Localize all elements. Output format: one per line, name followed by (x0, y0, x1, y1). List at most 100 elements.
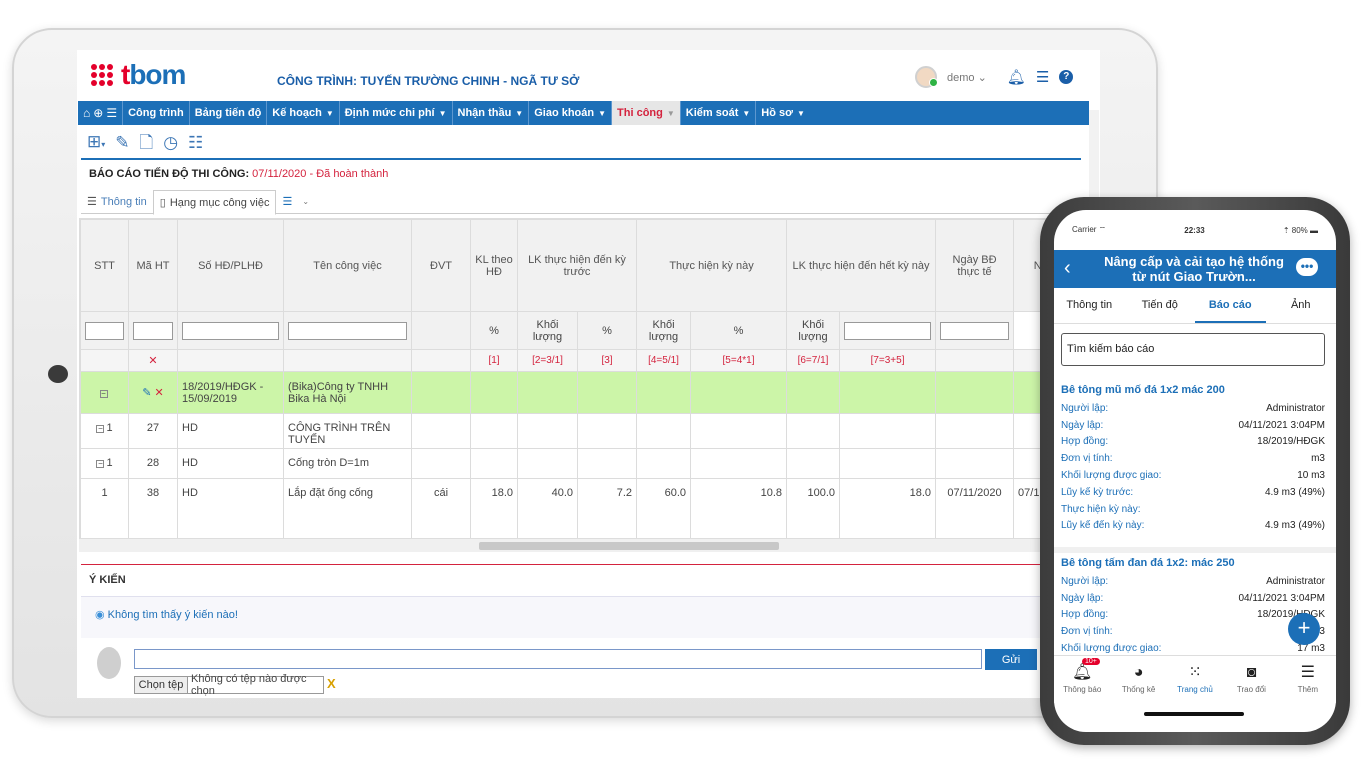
sub-khoi-luong: Khối lượng (636, 311, 692, 350)
formula: [1] (470, 349, 518, 372)
comment-input[interactable] (134, 649, 982, 669)
tab-hang-muc[interactable]: ▯ Hạng mục công việc (152, 190, 277, 215)
chat-icon[interactable]: ••• (1296, 258, 1318, 276)
collapse-icon[interactable]: − (96, 460, 105, 468)
add-circle-icon[interactable]: ⊕ (93, 106, 103, 120)
col-kl-theo-hd[interactable]: KL theo HĐ (470, 219, 518, 312)
tab-more[interactable]: ☰ ⌄ (276, 190, 315, 213)
report-card[interactable]: Bê tông tấm đan đá 1x2: mác 250 Người lậ… (1061, 557, 1325, 657)
chat-icon: ◙ (1246, 664, 1257, 681)
search-input[interactable]: Tìm kiếm báo cáo (1061, 333, 1325, 366)
user-avatar[interactable] (915, 66, 938, 88)
filter-ma-ht[interactable] (85, 321, 124, 340)
tab-tien-do[interactable]: Tiến độ (1125, 288, 1196, 323)
nav-trao-doi[interactable]: ◙ Trao đổi (1223, 656, 1279, 703)
nav-thong-bao[interactable]: 🔔︎ 10+ Thông báo (1054, 656, 1110, 703)
phone-screen: Carrier ⌔ 22:33 ⇡ 80% ▬ ‹ Nâng cấp và cả… (1054, 210, 1336, 732)
filter-so-hd[interactable] (133, 321, 173, 340)
scrollbar-thumb[interactable] (479, 542, 779, 550)
work-items-grid: STT Mã HT Số HĐ/PLHĐ Tên công việc ĐVT K… (79, 218, 1059, 552)
nav-thong-ke[interactable]: ◕ Thống kê (1110, 656, 1166, 703)
col-dvt[interactable]: ĐVT (411, 219, 471, 312)
table-row[interactable]: −1 28 HD Cống tròn D=1m (80, 448, 1058, 479)
formula: [3] (576, 349, 638, 372)
send-button[interactable]: Gửi (985, 649, 1037, 670)
menu-kiem-soat[interactable]: Kiểm soát ▼ (679, 101, 756, 125)
delete-icon[interactable]: ✕ (155, 387, 164, 399)
group-contract: 18/2019/HĐGK - 15/09/2019 (177, 371, 284, 414)
report-title: BÁO CÁO TIẾN ĐỘ THI CÔNG: 07/11/2020 - Đ… (89, 168, 389, 180)
caret-down-icon: ▼ (742, 108, 751, 118)
report-card[interactable]: Bê tông mũ mố đá 1x2 mác 200 Người lập: A… (1061, 384, 1325, 534)
delete-document-icon[interactable]: 🗋︎ (140, 133, 154, 153)
nav-trang-chu[interactable]: ⁙ Trang chủ (1167, 656, 1223, 703)
menu-cong-trinh[interactable]: Công trình (122, 101, 189, 125)
phone-tabs: Thông tin Tiến độ Báo cáo Ảnh (1054, 288, 1336, 324)
clock: 22:33 (1184, 225, 1205, 235)
clear-file-icon[interactable]: X (327, 676, 336, 691)
filter-ngay-bd[interactable] (844, 321, 932, 340)
col-ten-cong-viec[interactable]: Tên công việc (283, 219, 412, 312)
tablet-screen: tbom CÔNG TRÌNH: TUYẾN TRƯỜNG CHINH - NG… (77, 50, 1100, 698)
document-icon: ▯ (159, 197, 166, 209)
col-lk-ky-truoc[interactable]: LK thực hiện đến kỳ trước (516, 219, 638, 312)
collapse-icon[interactable]: − (96, 425, 105, 433)
add-dropdown-icon[interactable]: ⊞▾ (87, 132, 105, 155)
menu-home-icons: ⌂ ⊕ ☰ (78, 101, 122, 125)
list-icon[interactable]: ☰ (106, 106, 117, 120)
menu-ho-so[interactable]: Hồ sơ ▼ (755, 101, 810, 125)
divider (81, 158, 1081, 160)
history-icon[interactable]: ◷ (163, 133, 178, 153)
edit-icon[interactable]: ✎ (142, 387, 151, 399)
caret-down-icon: ▼ (515, 108, 524, 118)
filter-ngay-ht[interactable] (940, 321, 1010, 340)
logo[interactable]: tbom (91, 58, 186, 92)
bell-icon[interactable]: 🔔︎ (1007, 70, 1026, 85)
help-icon[interactable]: ? (1059, 70, 1074, 84)
group-row[interactable]: − ✎ ✕ 18/2019/HĐGK - 15/09/2019 (Bika)Cô… (80, 371, 1058, 414)
menu-ke-hoach[interactable]: Kế hoạch ▼ (266, 101, 338, 125)
clear-filter-icon[interactable]: ✕ (148, 355, 157, 367)
add-fab-button[interactable]: + (1288, 613, 1320, 645)
tab-thong-tin[interactable]: ☰ Thông tin (81, 190, 153, 213)
nav-them[interactable]: ☰ Thêm (1280, 656, 1336, 703)
sub-khoi-luong: Khối lượng (517, 311, 578, 350)
collapse-icon[interactable]: − (99, 389, 108, 398)
empty-comments: ◉ Không tìm thấy ý kiến nào! (95, 609, 238, 621)
home-indicator (1144, 712, 1244, 716)
col-ma-ht[interactable]: Mã HT (128, 219, 178, 312)
col-so-hd[interactable]: Số HĐ/PLHĐ (177, 219, 284, 312)
divider (81, 564, 1081, 565)
col-stt[interactable]: STT (80, 219, 129, 312)
back-icon[interactable]: ‹ (1064, 257, 1071, 280)
menu-nhan-thau[interactable]: Nhận thầu ▼ (451, 101, 529, 125)
table-row[interactable]: −1 27 HD CÔNG TRÌNH TRÊN TUYẾN (80, 413, 1058, 449)
file-status: Không có tệp nào được chọn (188, 673, 324, 697)
list-icon: ☰ (87, 196, 97, 208)
col-lk-het-ky-nay[interactable]: LK thực hiện đến hết kỳ này (786, 219, 937, 312)
home-icon[interactable]: ⌂ (83, 106, 90, 120)
formula: [5=4*1] (690, 349, 788, 372)
choose-file-button[interactable]: Chọn tệp (134, 676, 188, 694)
edit-document-icon[interactable]: ✎ (115, 133, 129, 153)
caret-down-icon: ▼ (666, 108, 675, 118)
report-status: - Đã hoàn thành (306, 168, 389, 180)
menu-icon: ☰ (1300, 664, 1315, 681)
menu-bang-tien-do[interactable]: Bảng tiến độ (188, 101, 267, 125)
tab-anh[interactable]: Ảnh (1266, 288, 1337, 323)
server-icon[interactable]: ☰ (1036, 70, 1049, 85)
user-menu[interactable]: demo ⌄ (947, 71, 987, 84)
filter-dvt[interactable] (288, 321, 407, 340)
filter-ten-cong-viec[interactable] (182, 321, 279, 340)
menu-giao-khoan[interactable]: Giao khoán ▼ (528, 101, 611, 125)
chevron-down-icon: ⌄ (302, 197, 310, 206)
caret-down-icon: ▼ (796, 108, 805, 118)
menu-dinh-muc-chi-phi[interactable]: Định mức chi phí ▼ (338, 101, 452, 125)
col-thuc-hien-ky-nay[interactable]: Thực hiện kỳ này (636, 219, 788, 312)
menu-thi-cong[interactable]: Thi công ▼ (611, 101, 680, 125)
col-ngay-bd[interactable]: Ngày BĐ thực tế (935, 219, 1015, 312)
tab-bao-cao[interactable]: Báo cáo (1195, 288, 1266, 323)
list-view-icon[interactable]: ☷ (188, 133, 203, 153)
tab-thong-tin[interactable]: Thông tin (1054, 288, 1125, 323)
user-area: demo ⌄ 🔔︎ ☰ ? (915, 65, 1074, 89)
